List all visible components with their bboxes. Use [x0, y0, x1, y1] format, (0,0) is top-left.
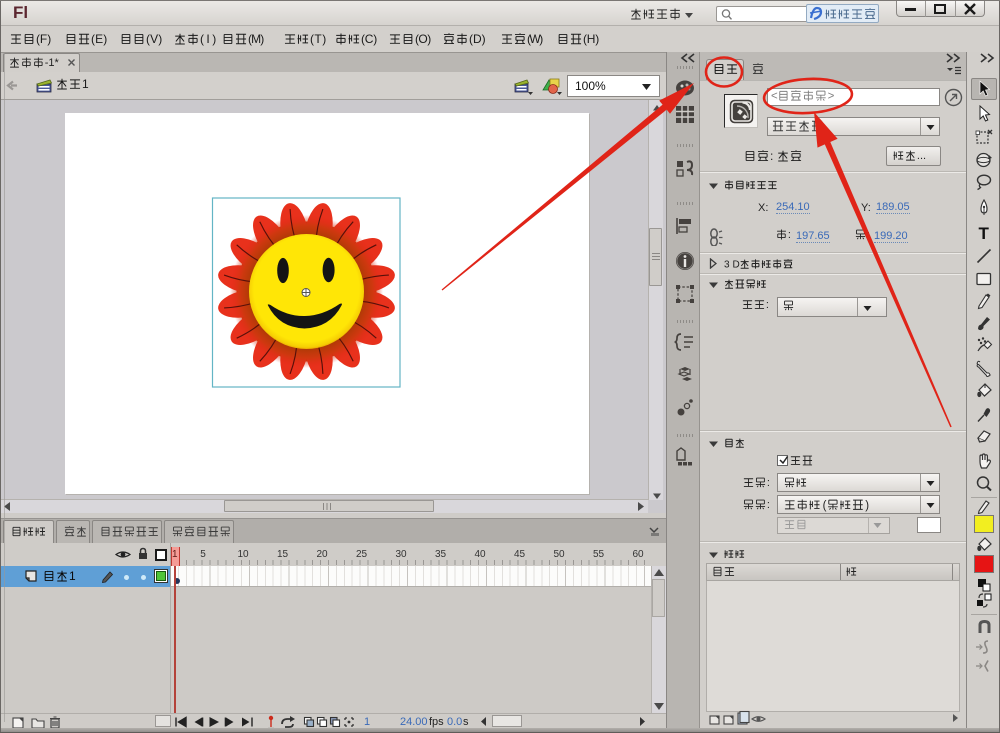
- svg-text:3D: 3D: [724, 259, 740, 270]
- svg-text:>: >: [828, 91, 835, 103]
- svg-text:-1*: -1*: [45, 57, 60, 69]
- svg-text:(E): (E): [91, 32, 107, 46]
- svg-text:(M): (M): [248, 32, 264, 46]
- svg-text::: :: [766, 299, 769, 311]
- svg-text:(V): (V): [146, 32, 162, 46]
- svg-text::: :: [770, 149, 773, 163]
- svg-text:(T): (T): [310, 32, 326, 46]
- svg-text::: :: [767, 477, 770, 489]
- svg-text:(H): (H): [583, 32, 599, 46]
- svg-text:(F): (F): [36, 32, 51, 46]
- svg-text:(C): (C): [361, 32, 377, 46]
- svg-text:1: 1: [82, 77, 89, 91]
- svg-text:(W): (W): [527, 32, 543, 46]
- svg-text:): ): [865, 500, 869, 512]
- svg-text::: :: [788, 229, 791, 241]
- svg-text::: :: [767, 499, 770, 511]
- svg-text:(I): (I): [200, 32, 216, 46]
- svg-text:(: (: [823, 500, 827, 512]
- svg-text:1: 1: [69, 569, 76, 583]
- svg-text:(D): (D): [469, 32, 486, 46]
- svg-text::: :: [867, 229, 870, 241]
- svg-text:<: <: [771, 91, 778, 103]
- svg-text:T: T: [979, 224, 990, 242]
- svg-text:(O): (O): [415, 32, 431, 46]
- svg-text:...: ...: [917, 150, 926, 162]
